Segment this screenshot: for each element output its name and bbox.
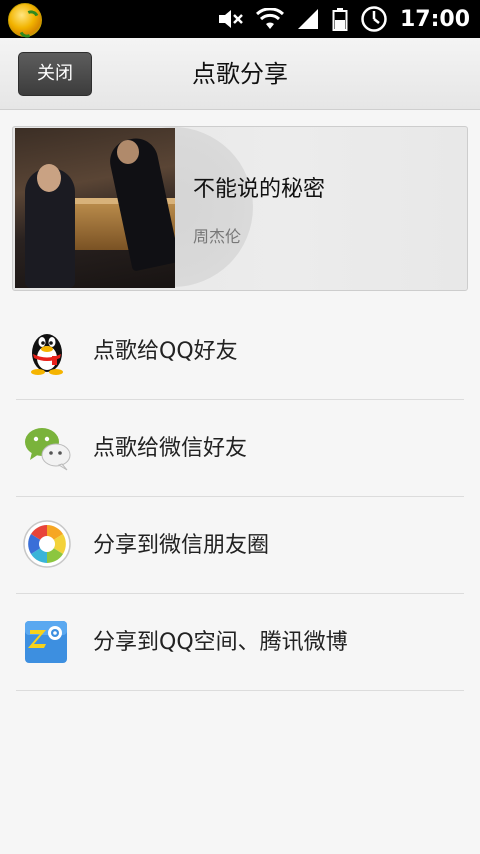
- header-bar: 关闭 点歌分享: [0, 38, 480, 110]
- share-item-label: 分享到微信朋友圈: [93, 533, 270, 558]
- status-time: 17:00: [399, 6, 470, 32]
- share-item-label: 点歌给微信好友: [93, 436, 248, 461]
- share-item-wechat-moments[interactable]: 分享到微信朋友圈: [16, 497, 464, 594]
- song-card[interactable]: 不能说的秘密 周杰伦: [12, 126, 468, 291]
- share-options-list: 点歌给QQ好友 点歌给微信好友 分享到微信朋友圈 分享到QQ空间、腾讯微博: [0, 303, 480, 691]
- qq-penguin-icon: [31, 334, 63, 375]
- alarm-icon: [361, 6, 387, 32]
- moments-icon: [23, 520, 71, 568]
- album-cover: [15, 128, 175, 288]
- person-head: [37, 164, 61, 192]
- person-head: [117, 140, 139, 164]
- share-item-wechat-friend[interactable]: 点歌给微信好友: [16, 400, 464, 497]
- mute-icon: [218, 10, 243, 28]
- wechat-icon: [25, 428, 71, 471]
- signal-icon: [297, 9, 318, 29]
- song-artist: 周杰伦: [193, 227, 242, 246]
- app-icon: [8, 3, 42, 37]
- qzone-icon: [25, 621, 67, 663]
- battery-icon: [332, 8, 348, 31]
- status-bar: 17:00: [0, 0, 480, 38]
- share-item-qq-friend[interactable]: 点歌给QQ好友: [16, 303, 464, 400]
- share-item-qzone-weibo[interactable]: 分享到QQ空间、腾讯微博: [16, 594, 464, 691]
- song-title: 不能说的秘密: [193, 177, 326, 202]
- share-item-label: 分享到QQ空间、腾讯微博: [93, 630, 348, 655]
- status-icons: 17:00: [218, 0, 470, 38]
- wifi-icon: [255, 8, 284, 29]
- share-item-label: 点歌给QQ好友: [93, 339, 238, 364]
- close-button[interactable]: 关闭: [18, 52, 92, 96]
